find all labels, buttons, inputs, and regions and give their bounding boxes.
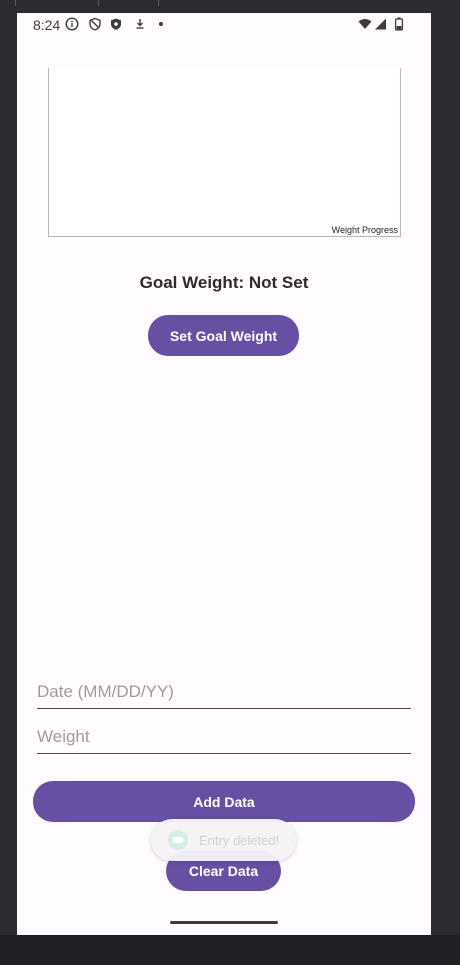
window-top-bar (0, 0, 460, 13)
toast-message: Entry deleted! (151, 819, 296, 861)
weight-input[interactable] (37, 721, 411, 753)
tab-separator (98, 0, 99, 6)
dot-icon (159, 22, 163, 26)
phone-screen: 8:24 Weight Progress Goal Weight: Not Se… (17, 13, 431, 935)
status-bar: 8:24 (17, 13, 431, 37)
set-goal-weight-button[interactable]: Set Goal Weight (148, 315, 299, 356)
goal-weight-label: Goal Weight: Not Set (139, 273, 309, 292)
status-time: 8:24 (33, 17, 61, 33)
window-bottom-bar (0, 935, 460, 965)
shield-filled-icon (111, 18, 121, 30)
wifi-icon (358, 19, 372, 29)
tab-separator (158, 0, 159, 6)
date-field[interactable] (37, 676, 411, 709)
tab-separator (15, 0, 16, 6)
toast-text: Entry deleted! (199, 832, 280, 848)
signal-icon (375, 18, 386, 30)
add-data-button[interactable]: Add Data (33, 781, 415, 822)
info-icon (65, 17, 79, 31)
gesture-handle[interactable] (170, 921, 278, 924)
weight-field[interactable] (37, 721, 411, 754)
chart-description: Weight Progress (331, 225, 398, 235)
app-icon (168, 830, 188, 850)
shield-icon (89, 17, 101, 31)
date-input[interactable] (37, 676, 411, 708)
weight-progress-chart: Weight Progress (48, 68, 401, 237)
battery-icon (394, 17, 404, 31)
download-icon (136, 19, 144, 29)
